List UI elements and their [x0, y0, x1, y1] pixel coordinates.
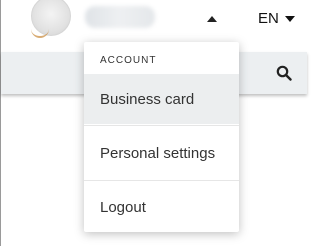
search-icon[interactable] — [276, 65, 292, 81]
language-selector[interactable]: EN — [258, 10, 295, 27]
menu-item-label: Business card — [100, 90, 195, 108]
account-section-label: ACCOUNT — [100, 55, 157, 66]
menu-item-business-card[interactable]: Business card — [84, 74, 239, 124]
menu-divider — [84, 180, 239, 181]
caret-down-icon — [284, 15, 295, 22]
top-bar: EN — [1, 0, 323, 42]
user-name-blurred[interactable] — [85, 6, 155, 28]
avatar-accent — [31, 28, 49, 38]
account-dropdown-menu: ACCOUNT Business card Personal settings … — [84, 42, 239, 232]
caret-up-icon[interactable] — [207, 16, 217, 22]
menu-item-logout[interactable]: Logout — [84, 183, 239, 232]
menu-item-personal-settings[interactable]: Personal settings — [84, 126, 239, 180]
menu-item-label: Personal settings — [100, 144, 216, 162]
language-label: EN — [258, 10, 279, 27]
menu-item-label: Logout — [100, 199, 146, 216]
